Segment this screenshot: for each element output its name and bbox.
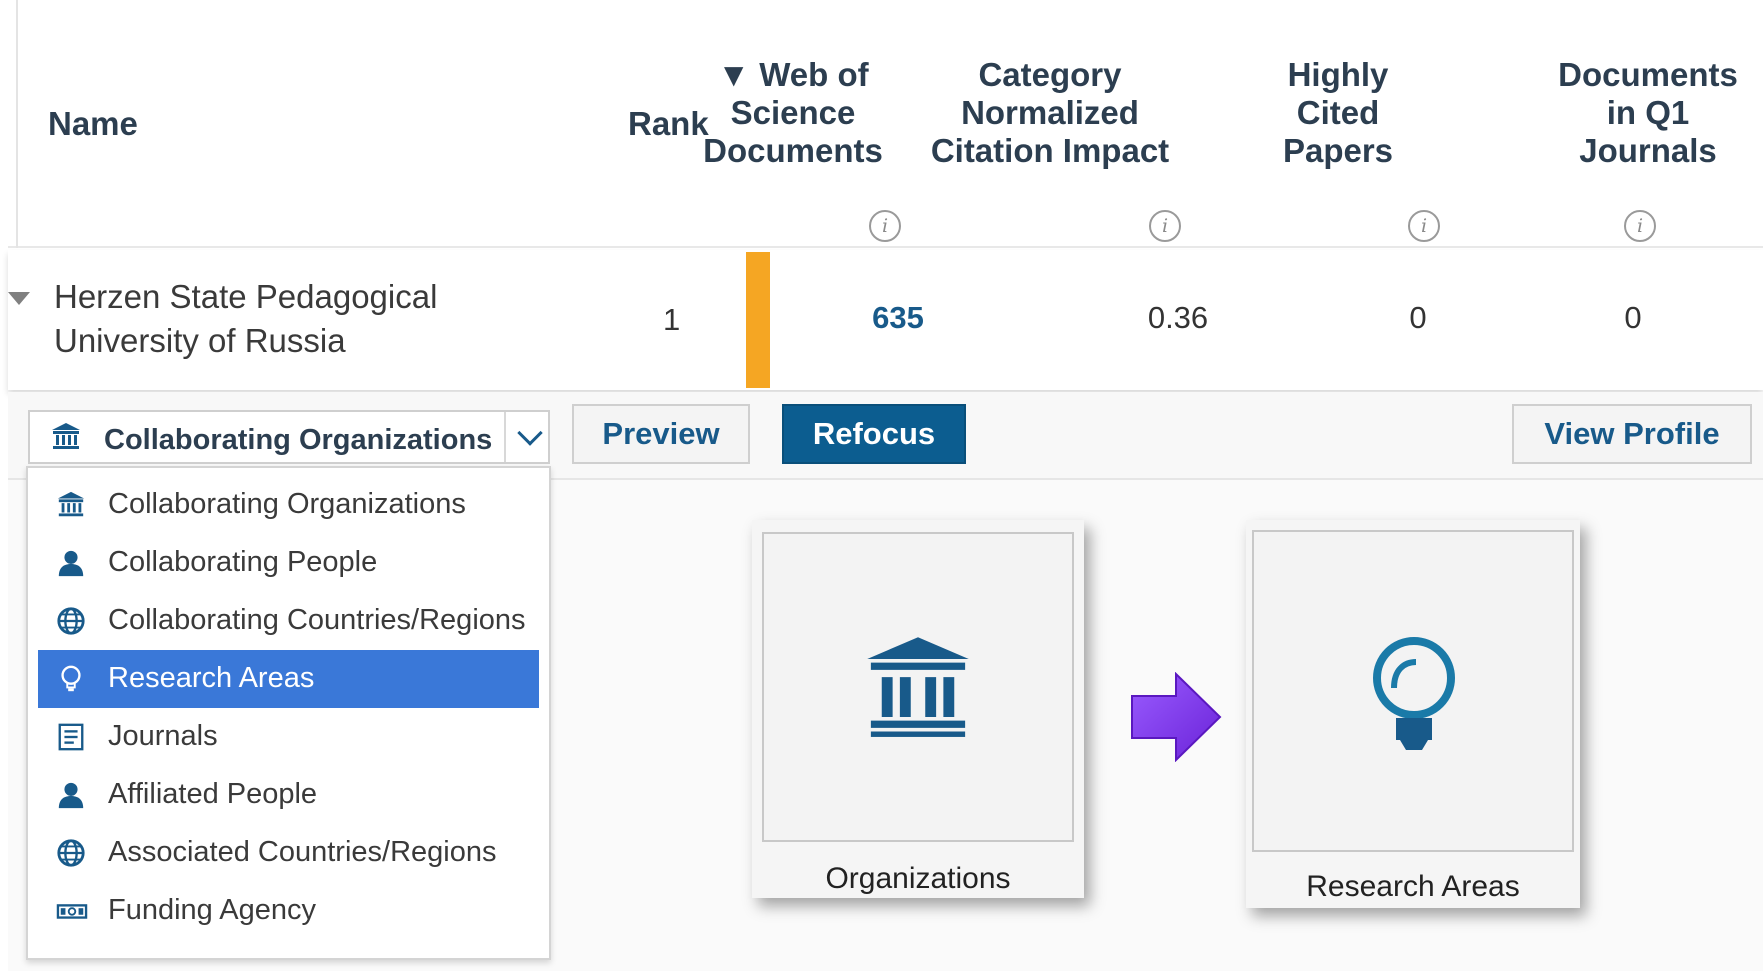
header-line: in Q1 [1606, 94, 1690, 131]
menu-item-collaborating-countries[interactable]: Collaborating Countries/Regions [38, 592, 539, 650]
menu-item-funding-agency[interactable]: Funding Agency [38, 882, 539, 940]
column-header-name[interactable]: Name [48, 105, 138, 143]
refocus-button[interactable]: Refocus [782, 404, 966, 464]
institution-icon [56, 490, 88, 520]
rank-value: 1 [663, 302, 681, 337]
menu-item-collaborating-people[interactable]: Collaborating People [38, 534, 539, 592]
organizations-tile [762, 532, 1074, 842]
organizations-card: Organizations [752, 520, 1084, 898]
header-line: Journals [1579, 132, 1717, 169]
lightbulb-icon [56, 664, 88, 694]
refocus-type-select[interactable]: Collaborating Organizations [28, 410, 550, 464]
header-line: Web of [759, 56, 869, 93]
header-line: Papers [1282, 132, 1394, 169]
lightbulb-icon [1364, 632, 1464, 761]
institution-name-line: Herzen State Pedagogical [54, 278, 438, 315]
institution-name[interactable]: Herzen State Pedagogical University of R… [54, 275, 534, 363]
column-header-wos-documents[interactable]: ▼ Web of Science Documents [698, 56, 888, 170]
table-header: Name Rank ▼ Web of Science Documents Cat… [8, 0, 1763, 248]
person-icon [56, 548, 88, 578]
info-icon[interactable]: i [1624, 210, 1656, 242]
menu-item-label: Collaborating People [108, 546, 378, 578]
header-line: Documents [703, 132, 883, 169]
collapse-triangle-icon[interactable] [8, 292, 30, 305]
menu-item-label: Research Areas [108, 662, 315, 694]
info-icon[interactable]: i [1408, 210, 1440, 242]
menu-item-label: Associated Countries/Regions [108, 836, 497, 868]
q1-journals-value: 0 [1624, 300, 1642, 335]
globe-icon [56, 838, 88, 868]
menu-item-research-areas[interactable]: Research Areas [38, 650, 539, 708]
menu-item-journals[interactable]: Journals [38, 708, 539, 766]
research-areas-label: Research Areas [1306, 870, 1520, 903]
menu-item-affiliated-people[interactable]: Affiliated People [38, 766, 539, 824]
chevron-down-icon[interactable] [517, 420, 543, 446]
menu-item-associated-countries[interactable]: Associated Countries/Regions [38, 824, 539, 882]
refocus-type-menu: Collaborating Organizations Collaboratin… [26, 466, 551, 960]
money-icon [56, 896, 88, 926]
highly-cited-value: 0 [1409, 300, 1427, 335]
select-divider [504, 412, 506, 462]
cnci-value: 0.36 [1147, 300, 1209, 335]
preview-button[interactable]: Preview [572, 404, 750, 464]
column-header-q1-journals[interactable]: Documents in Q1 Journals [1548, 56, 1748, 170]
row-highlight-bar [746, 252, 770, 388]
organizations-label: Organizations [825, 862, 1011, 895]
view-profile-button[interactable]: View Profile [1512, 404, 1752, 464]
research-areas-tile [1252, 530, 1574, 852]
person-icon [56, 780, 88, 810]
column-header-cnci[interactable]: Category Normalized Citation Impact [920, 56, 1180, 170]
header-line: Normalized [961, 94, 1139, 131]
header-line: Cited [1296, 94, 1380, 131]
institution-icon [50, 421, 82, 458]
header-line: Science [730, 94, 856, 131]
menu-item-label: Collaborating Countries/Regions [108, 604, 526, 636]
menu-item-collaborating-organizations[interactable]: Collaborating Organizations [38, 476, 539, 534]
select-value: Collaborating Organizations [104, 424, 493, 456]
header-line: Category [978, 56, 1122, 93]
column-header-rank[interactable]: Rank [628, 105, 709, 143]
arrow-right-icon [1131, 672, 1222, 762]
header-line: Highly [1287, 56, 1389, 93]
header-line: Documents [1558, 56, 1738, 93]
wos-documents-value[interactable]: 635 [838, 300, 958, 336]
research-areas-card: Research Areas [1246, 520, 1580, 908]
institution-icon [860, 630, 976, 751]
globe-icon [56, 606, 88, 636]
info-icon[interactable]: i [1149, 210, 1181, 242]
menu-item-label: Affiliated People [108, 778, 318, 810]
menu-item-label: Funding Agency [108, 894, 316, 926]
menu-item-label: Journals [108, 720, 218, 752]
column-header-highly-cited[interactable]: Highly Cited Papers [1258, 56, 1418, 170]
journal-icon [56, 722, 88, 752]
info-icon[interactable]: i [869, 210, 901, 242]
table-row: Herzen State Pedagogical University of R… [8, 250, 1763, 390]
menu-item-label: Collaborating Organizations [108, 488, 466, 520]
header-line: Citation Impact [930, 132, 1170, 169]
institution-name-line: University of Russia [54, 322, 346, 359]
header-divider [16, 0, 18, 248]
sort-descending-icon: ▼ [717, 56, 751, 93]
